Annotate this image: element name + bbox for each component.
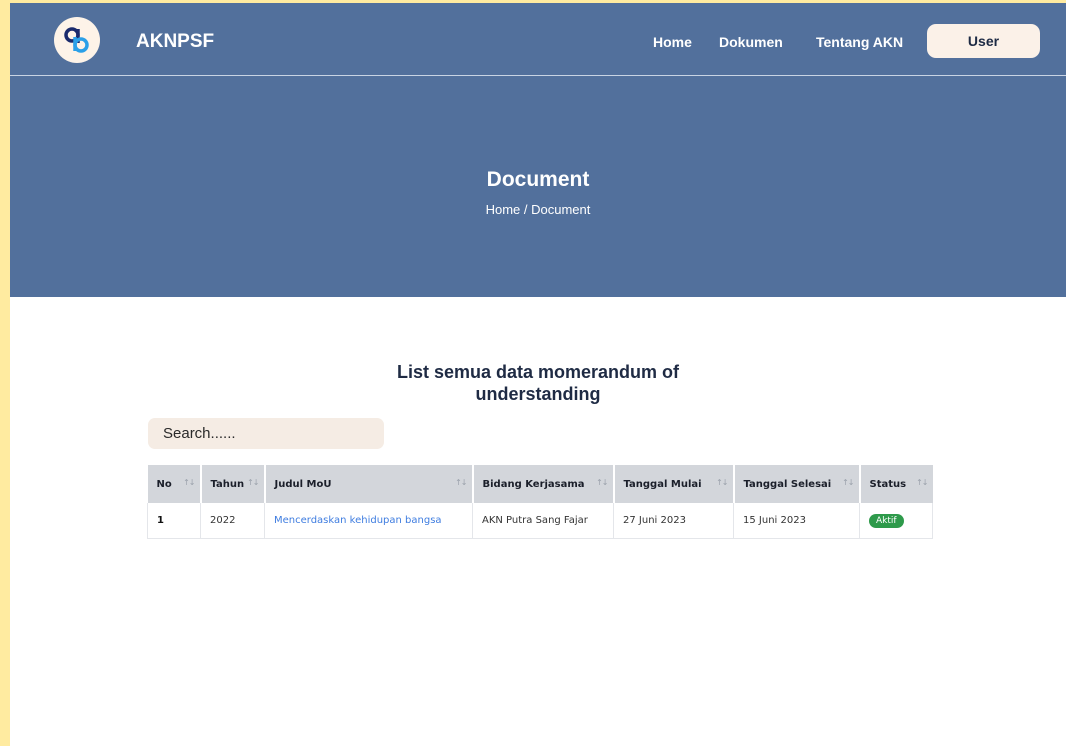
- cell-judul-mou-link[interactable]: Mencerdaskan kehidupan bangsa: [264, 503, 473, 539]
- mou-table: No ↑↓ Tahun ↑↓ Judul MoU ↑↓ Bidang Kerjasam…: [147, 465, 933, 539]
- nav-link-tentang-akn[interactable]: Tentang AKN: [816, 34, 903, 50]
- column-header-label: Status: [869, 478, 907, 490]
- column-header-no[interactable]: No ↑↓: [147, 465, 202, 503]
- column-header-label: Tanggal Selesai: [743, 478, 832, 490]
- page-title: Document: [486, 168, 590, 191]
- column-header-judul-mou[interactable]: Judul MoU ↑↓: [264, 465, 474, 503]
- cell-status: Aktif: [859, 503, 933, 539]
- list-title-line-2: understanding: [475, 384, 601, 404]
- sort-icon[interactable]: ↑↓: [596, 478, 608, 487]
- list-title: List semua data momerandum of understand…: [338, 361, 738, 405]
- cell-bidang-kerjasama: AKN Putra Sang Fajar: [472, 503, 614, 539]
- sort-icon[interactable]: ↑↓: [183, 478, 195, 487]
- breadcrumb: Home / Document: [485, 202, 591, 217]
- user-button[interactable]: User: [927, 24, 1040, 58]
- navbar: AKNPSF Home Dokumen Tentang AKN User: [10, 3, 1066, 76]
- page: AKNPSF Home Dokumen Tentang AKN User Doc…: [10, 3, 1066, 746]
- column-header-label: Tahun: [210, 478, 245, 490]
- cell-no: 1: [147, 503, 201, 539]
- column-header-status[interactable]: Status ↑↓: [859, 465, 933, 503]
- column-header-label: Tanggal Mulai: [623, 478, 702, 490]
- sort-icon[interactable]: ↑↓: [716, 478, 728, 487]
- sort-icon[interactable]: ↑↓: [916, 478, 928, 487]
- brand-name[interactable]: AKNPSF: [136, 31, 214, 53]
- table-row: 1 2022 Mencerdaskan kehidupan bangsa AKN…: [147, 503, 933, 539]
- sort-icon[interactable]: ↑↓: [247, 478, 259, 487]
- table-header-row: No ↑↓ Tahun ↑↓ Judul MoU ↑↓ Bidang Kerjasam…: [147, 465, 933, 503]
- column-header-tanggal-mulai[interactable]: Tanggal Mulai ↑↓: [613, 465, 735, 503]
- cell-tanggal-mulai: 27 Juni 2023: [613, 503, 734, 539]
- column-header-label: No: [156, 478, 172, 490]
- cell-tanggal-selesai: 15 Juni 2023: [733, 503, 860, 539]
- list-title-line-1: List semua data momerandum of: [396, 362, 680, 382]
- search-input[interactable]: [148, 418, 384, 449]
- sort-icon[interactable]: ↑↓: [455, 478, 467, 487]
- logo-icon[interactable]: [54, 17, 100, 63]
- nav-link-home[interactable]: Home: [653, 34, 692, 50]
- column-header-tanggal-selesai[interactable]: Tanggal Selesai ↑↓: [733, 465, 861, 503]
- column-header-bidang-kerjasama[interactable]: Bidang Kerjasama ↑↓: [472, 465, 615, 503]
- cell-tahun: 2022: [200, 503, 265, 539]
- hero-banner: Document Home / Document: [10, 76, 1066, 297]
- column-header-tahun[interactable]: Tahun ↑↓: [200, 465, 266, 503]
- column-header-label: Judul MoU: [274, 478, 332, 490]
- status-badge: Aktif: [869, 513, 904, 528]
- sort-icon[interactable]: ↑↓: [842, 478, 854, 487]
- column-header-label: Bidang Kerjasama: [482, 478, 585, 490]
- nav-link-dokumen[interactable]: Dokumen: [719, 34, 783, 50]
